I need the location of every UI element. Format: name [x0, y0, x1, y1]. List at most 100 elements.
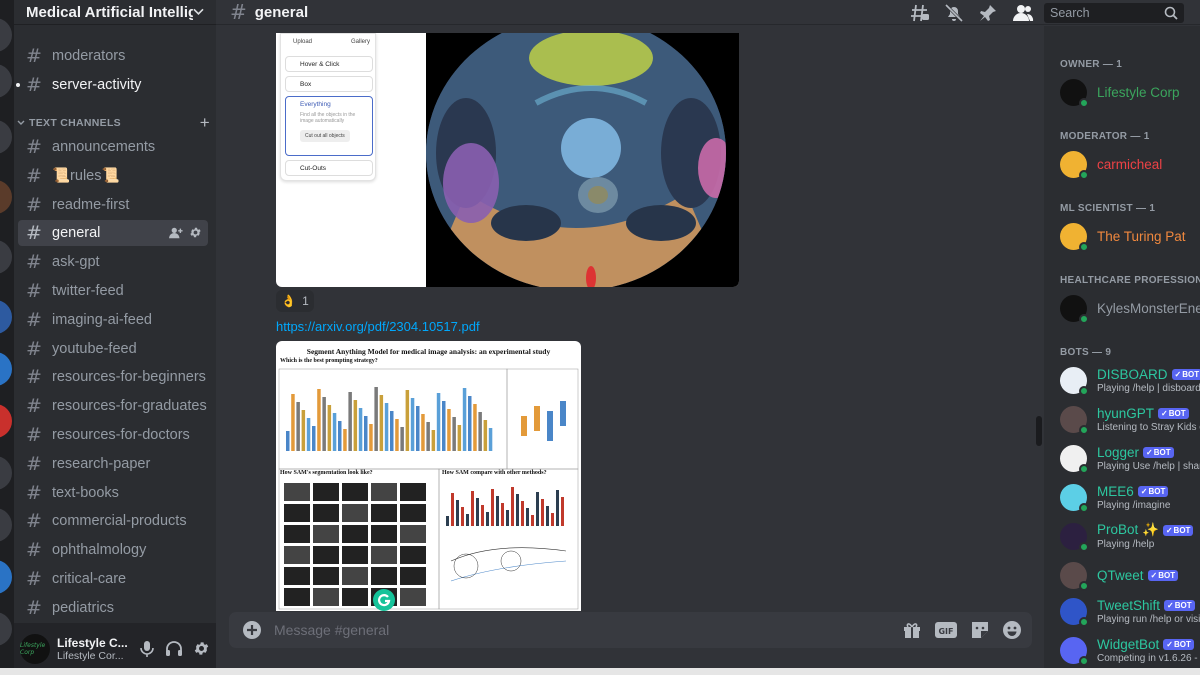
- channel-imaging-ai-feed[interactable]: # imaging-ai-feed: [18, 307, 208, 333]
- scrollbar[interactable]: [1036, 416, 1042, 446]
- channel-ask-gpt[interactable]: # ask-gpt: [18, 249, 208, 275]
- member-item[interactable]: ProBot ✨ ✓ BOT Playing /help: [1060, 520, 1200, 552]
- channel-commercial-products[interactable]: # commercial-products: [18, 508, 208, 534]
- server-icon[interactable]: [0, 612, 12, 646]
- create-channel-icon[interactable]: +: [200, 113, 210, 133]
- channel-rules[interactable]: # 📜rules📜: [18, 163, 208, 189]
- member-name: Lifestyle Corp: [1097, 84, 1180, 100]
- invite-user-icon[interactable]: [169, 226, 183, 240]
- gear-icon[interactable]: [189, 226, 202, 239]
- mute-bell-icon[interactable]: [944, 3, 964, 23]
- member-list-icon[interactable]: [1012, 3, 1034, 23]
- channel-youtube-feed[interactable]: # youtube-feed: [18, 336, 208, 362]
- member-item[interactable]: hyunGPT ✓ BOT Listening to Stray Kids o: [1060, 403, 1200, 435]
- channel-resources-for-graduates[interactable]: # resources-for-graduates: [18, 393, 208, 419]
- server-icon[interactable]: [0, 64, 12, 98]
- member-item[interactable]: carmicheal: [1060, 148, 1200, 180]
- poster-bar: [400, 427, 404, 451]
- server-icon[interactable]: [0, 120, 12, 154]
- channel-pediatrics[interactable]: # pediatrics: [18, 595, 208, 621]
- channel-general[interactable]: # general: [18, 220, 208, 247]
- poster-bar: [546, 506, 549, 526]
- server-icon[interactable]: [0, 180, 12, 214]
- member-activity: Playing Use /help | shar: [1097, 460, 1200, 472]
- category-text-channels[interactable]: TEXT CHANNELS +: [16, 113, 210, 133]
- headphones-icon[interactable]: [165, 640, 183, 658]
- member-item[interactable]: The Turing Pat: [1060, 220, 1200, 252]
- online-status-icon: [1079, 385, 1089, 396]
- channel-research-paper[interactable]: # research-paper: [18, 451, 208, 477]
- grammarly-icon[interactable]: [372, 588, 396, 611]
- member-item[interactable]: Logger ✓ BOT Playing Use /help | shar: [1060, 442, 1200, 474]
- channel-announcements[interactable]: # announcements: [18, 134, 208, 160]
- channel-moderators[interactable]: # moderators: [18, 43, 208, 69]
- channel-resources-for-beginners[interactable]: # resources-for-beginners: [18, 364, 208, 390]
- reaction-button[interactable]: 👌 1: [276, 290, 314, 312]
- channel-critical-care[interactable]: # critical-care: [18, 566, 208, 592]
- member-item[interactable]: DISBOARD ✓ BOT Playing /help | disboard: [1060, 364, 1200, 396]
- member-item[interactable]: QTweet ✓ BOT: [1060, 559, 1200, 591]
- member-item[interactable]: MEE6 ✓ BOT Playing /imagine: [1060, 481, 1200, 513]
- server-icon[interactable]: [0, 456, 12, 490]
- gift-icon[interactable]: [902, 620, 922, 640]
- poster-bar: [343, 429, 347, 451]
- avatar: [1060, 150, 1089, 180]
- pin-icon[interactable]: [978, 3, 998, 23]
- channel-label: 📜rules📜: [52, 168, 120, 185]
- channel-server-activity[interactable]: # server-activity: [16, 72, 208, 98]
- threads-icon[interactable]: [910, 3, 930, 23]
- server-icon[interactable]: [0, 560, 12, 594]
- sticker-icon[interactable]: [970, 620, 990, 640]
- attachment-image[interactable]: Upload Gallery Hover & Click Box Everyth…: [276, 33, 739, 287]
- message-composer[interactable]: Message #general GIF: [229, 612, 1032, 648]
- server-icon[interactable]: [0, 18, 12, 52]
- server-icon[interactable]: [0, 240, 12, 274]
- server-icon[interactable]: [0, 352, 12, 386]
- member-name: KylesMonsterEner: [1097, 300, 1200, 316]
- member-item[interactable]: Lifestyle Corp: [1060, 76, 1200, 108]
- poster-bar: [541, 499, 544, 526]
- channel-label: server-activity: [52, 77, 142, 93]
- poster-scan-thumb: [284, 483, 310, 501]
- poster-bar: [461, 507, 464, 526]
- arxiv-link[interactable]: https://arxiv.org/pdf/2304.10517.pdf: [276, 319, 480, 334]
- ct-scan-segmentation: [426, 33, 739, 287]
- member-item[interactable]: KylesMonsterEner: [1060, 292, 1200, 324]
- avatar[interactable]: Lifestyle Corp: [20, 634, 50, 664]
- gallery-label: Gallery: [351, 39, 371, 45]
- username[interactable]: Lifestyle C...: [57, 636, 129, 650]
- server-icon[interactable]: [0, 404, 12, 438]
- avatar: [1060, 405, 1089, 435]
- channel-label: moderators: [52, 48, 126, 64]
- server-icon[interactable]: [0, 508, 12, 542]
- gif-icon[interactable]: GIF: [934, 621, 958, 639]
- poster-scan-thumb: [342, 525, 368, 543]
- upload-label: Upload: [293, 39, 313, 45]
- channel-readme-first[interactable]: # readme-first: [18, 192, 208, 218]
- search-input[interactable]: Search: [1044, 3, 1184, 23]
- poster-bar: [447, 409, 451, 451]
- hash-icon: #: [26, 74, 42, 96]
- poster-bar: [486, 512, 489, 526]
- online-status-icon: [1079, 241, 1089, 252]
- message-input[interactable]: Message #general: [274, 622, 389, 638]
- poster-bar: [379, 395, 384, 451]
- add-attachment-icon[interactable]: [242, 620, 262, 640]
- emoji-icon[interactable]: [1002, 620, 1022, 640]
- poster-bar: [296, 402, 300, 451]
- microphone-icon[interactable]: [139, 640, 155, 658]
- gear-icon[interactable]: [193, 640, 210, 657]
- channel-resources-for-doctors[interactable]: # resources-for-doctors: [18, 422, 208, 448]
- attachment-poster-image[interactable]: Segment Anything Model for medical image…: [276, 341, 581, 611]
- member-item[interactable]: WidgetBot ✓ BOT Competing in v1.6.26 - C: [1060, 634, 1200, 666]
- channel-text-books[interactable]: # text-books: [18, 480, 208, 506]
- poster-scan-thumb: [313, 546, 339, 564]
- hash-icon: #: [26, 424, 42, 446]
- server-icon[interactable]: [0, 300, 12, 334]
- channel-twitter-feed[interactable]: # twitter-feed: [18, 278, 208, 304]
- poster-bar: [442, 401, 446, 451]
- member-item[interactable]: TweetShift ✓ BOT Playing run /help or visi: [1060, 595, 1200, 627]
- hover-click-option: Hover & Click: [285, 56, 373, 72]
- channel-ophthalmology[interactable]: # ophthalmology: [18, 537, 208, 563]
- server-header[interactable]: Medical Artificial Intellig...: [14, 0, 216, 25]
